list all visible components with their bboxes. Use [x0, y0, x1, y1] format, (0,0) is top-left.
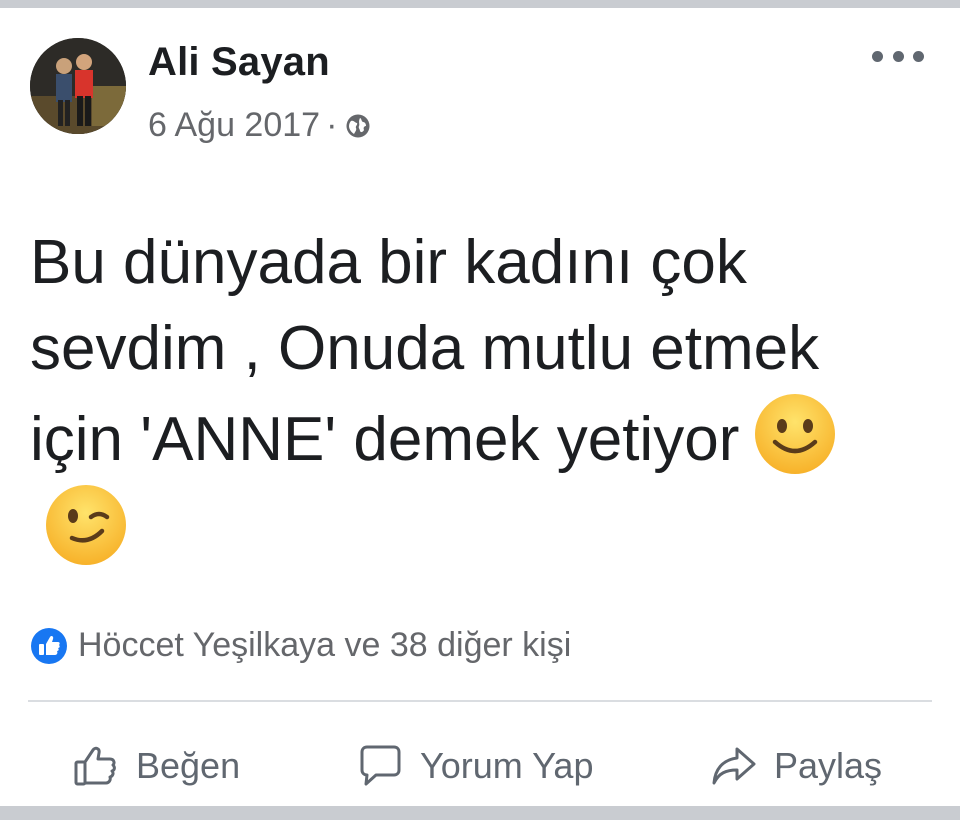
post-body: Bu dünyada bir kadını çok sevdim , Onuda… [30, 220, 920, 574]
avatar[interactable] [30, 38, 126, 134]
avatar-photo [30, 38, 126, 134]
like-icon [30, 627, 68, 665]
share-button-label: Paylaş [774, 745, 883, 786]
comment-icon [354, 740, 406, 792]
more-dot [872, 50, 883, 62]
reactions-text: Höccet Yeşilkaya ve 38 diğer kişi [78, 626, 572, 664]
top-feed-gap [0, 0, 960, 8]
globe-icon [345, 113, 371, 139]
post-card: Ali Sayan 6 Ağu 2017 · Bu dünyada bir ka… [0, 8, 960, 806]
more-dot [892, 50, 904, 62]
post-actions-bar: Beğen Yorum Yap Paylaş [28, 728, 932, 804]
share-arrow-icon [708, 740, 760, 792]
author-name[interactable]: Ali Sayan [148, 40, 330, 85]
post-date[interactable]: 6 Ağu 2017 [148, 106, 320, 145]
winking-face-icon [44, 483, 128, 567]
reactions-summary[interactable]: Höccet Yeşilkaya ve 38 diğer kişi [30, 626, 571, 665]
more-dot [913, 50, 924, 62]
post-meta: 6 Ağu 2017 · [148, 106, 371, 145]
like-button[interactable]: Beğen [70, 728, 240, 804]
slightly-smiling-face-icon [753, 392, 837, 476]
bottom-feed-gap [0, 806, 960, 820]
comment-button[interactable]: Yorum Yap [354, 728, 593, 804]
share-button[interactable]: Paylaş [708, 728, 882, 804]
thumbs-up-icon [70, 740, 122, 792]
comment-button-label: Yorum Yap [420, 745, 594, 786]
more-options-button[interactable] [872, 44, 924, 68]
like-button-label: Beğen [136, 745, 241, 786]
meta-separator: · [326, 106, 338, 144]
post-text: Bu dünyada bir kadını çok sevdim , Onuda… [30, 228, 820, 474]
actions-divider [28, 700, 932, 702]
